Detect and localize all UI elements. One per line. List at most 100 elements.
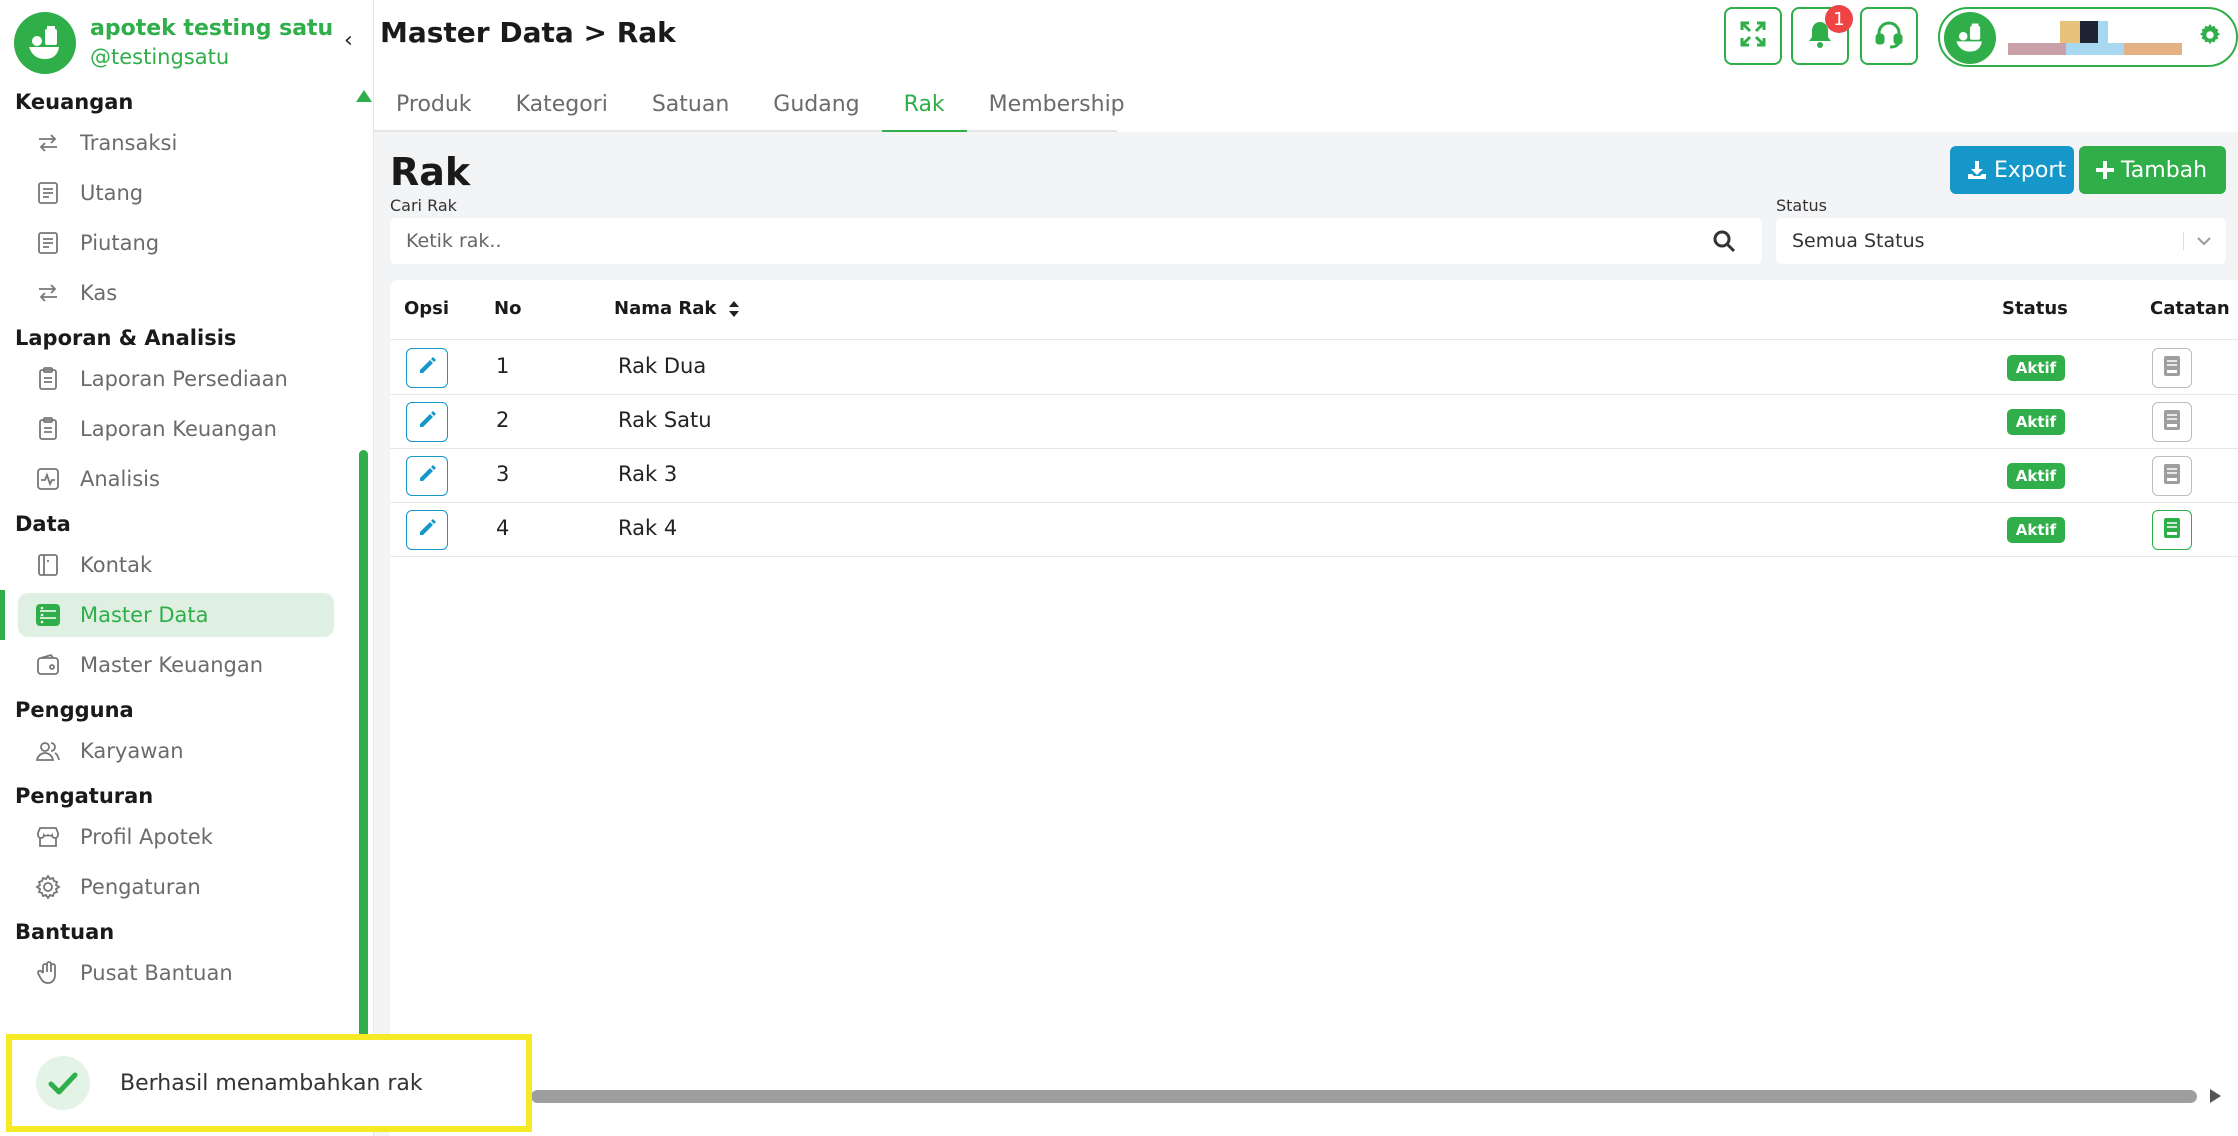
row-no: 2 <box>496 408 510 432</box>
note-icon <box>2162 517 2182 543</box>
success-toast: Berhasil menambahkan rak <box>6 1034 532 1132</box>
table-row: 1 Rak Dua Aktif <box>390 341 2238 395</box>
tab-gudang[interactable]: Gudang <box>751 76 881 132</box>
clipboard-icon <box>34 365 62 393</box>
edit-button[interactable] <box>406 456 448 496</box>
sidebar-item-kontak[interactable]: Kontak <box>0 540 345 590</box>
search-icon[interactable] <box>1712 229 1736 257</box>
add-button[interactable]: Tambah <box>2079 146 2226 194</box>
sidebar-item-utang[interactable]: Utang <box>0 168 345 218</box>
headset-icon <box>1874 19 1904 53</box>
pencil-icon <box>417 410 437 434</box>
content-title: Rak <box>390 150 471 194</box>
transfer-icon <box>34 279 62 307</box>
sidebar-item-master-data[interactable]: Master Data <box>0 590 345 640</box>
tab-membership[interactable]: Membership <box>967 76 1147 132</box>
col-no: No <box>494 298 522 319</box>
search-box <box>390 218 1762 264</box>
row-no: 3 <box>496 462 510 486</box>
sidebar-collapse-button[interactable]: ‹ <box>344 28 353 53</box>
sidebar-item-master-keuangan[interactable]: Master Keuangan <box>0 640 345 690</box>
note-button[interactable] <box>2152 510 2192 550</box>
sidebar-item-label: Master Keuangan <box>80 653 264 677</box>
support-button[interactable] <box>1860 7 1918 65</box>
wallet-icon <box>34 651 62 679</box>
download-icon <box>1966 159 1988 181</box>
scroll-up-arrow-icon[interactable] <box>356 90 372 102</box>
export-button[interactable]: Export <box>1950 146 2074 194</box>
sidebar-item-label: Kontak <box>80 553 153 577</box>
sidebar-item-pengaturan[interactable]: Pengaturan <box>0 862 345 912</box>
sidebar-item-piutang[interactable]: Piutang <box>0 218 345 268</box>
sidebar-item-laporan-keuangan[interactable]: Laporan Keuangan <box>0 404 345 454</box>
menu-section-data: Data <box>15 512 71 536</box>
sidebar-item-label: Utang <box>80 181 144 205</box>
note-button[interactable] <box>2152 456 2192 496</box>
brand-handle: @testingsatu <box>90 45 230 69</box>
tab-kategori[interactable]: Kategori <box>494 76 630 132</box>
receipt-icon <box>34 229 62 257</box>
edit-button[interactable] <box>406 348 448 388</box>
sidebar-item-label: Pengaturan <box>80 875 201 899</box>
col-nama-rak[interactable]: Nama Rak <box>614 298 740 319</box>
export-label: Export <box>1994 157 2067 183</box>
tab-satuan[interactable]: Satuan <box>630 76 751 132</box>
gear-icon[interactable] <box>2198 23 2222 51</box>
tab-rak[interactable]: Rak <box>881 76 967 134</box>
store-icon <box>34 823 62 851</box>
sidebar-item-transaksi[interactable]: Transaksi <box>0 118 345 168</box>
sidebar-item-pusat-bantuan[interactable]: Pusat Bantuan <box>0 948 345 998</box>
status-badge: Aktif <box>2007 517 2065 543</box>
sidebar-item-label: Kas <box>80 281 118 305</box>
edit-button[interactable] <box>406 402 448 442</box>
notification-button[interactable]: 1 <box>1791 5 1853 65</box>
col-catatan: Catatan <box>2150 298 2230 319</box>
pencil-icon <box>417 464 437 488</box>
tab-produk[interactable]: Produk <box>374 76 494 132</box>
top-header: Master Data > Rak 1 <box>374 0 2238 76</box>
sidebar-item-label: Pusat Bantuan <box>80 961 233 985</box>
sidebar-scrollbar[interactable] <box>356 90 372 1040</box>
avatar <box>1944 12 1996 64</box>
row-nama-rak: Rak 4 <box>618 516 678 540</box>
fullscreen-button[interactable] <box>1724 7 1782 65</box>
scroll-right-arrow-icon[interactable] <box>2210 1089 2221 1103</box>
sidebar-item-profil-apotek[interactable]: Profil Apotek <box>0 812 345 862</box>
note-icon <box>2162 463 2182 489</box>
row-nama-rak: Rak Satu <box>618 408 712 432</box>
sidebar-item-kas[interactable]: Kas <box>0 268 345 318</box>
add-label: Tambah <box>2121 157 2208 183</box>
toast-message: Berhasil menambahkan rak <box>120 1070 423 1096</box>
search-input[interactable] <box>390 218 1690 264</box>
page-title: Master Data > Rak <box>380 16 676 49</box>
pencil-icon <box>417 518 437 542</box>
sidebar-item-laporan-persediaan[interactable]: Laporan Persediaan <box>0 354 345 404</box>
sidebar-item-karyawan[interactable]: Karyawan <box>0 726 345 776</box>
status-label: Status <box>1776 196 1827 215</box>
sidebar-item-analisis[interactable]: Analisis <box>0 454 345 504</box>
check-icon <box>36 1056 90 1110</box>
edit-button[interactable] <box>406 510 448 550</box>
sidebar-scrollbar-thumb[interactable] <box>359 450 368 1040</box>
select-divider <box>2183 232 2184 250</box>
activity-icon <box>34 465 62 493</box>
master-data-tabs: Produk Kategori Satuan Gudang Rak Member… <box>374 76 1125 134</box>
note-button[interactable] <box>2152 402 2192 442</box>
menu-section-pengguna: Pengguna <box>15 698 134 722</box>
profile-menu[interactable] <box>1938 7 2238 67</box>
status-select[interactable]: Semua Status <box>1776 218 2226 264</box>
row-no: 4 <box>496 516 510 540</box>
sidebar-item-label: Master Data <box>80 603 209 627</box>
horizontal-scrollbar-thumb[interactable] <box>531 1090 2197 1103</box>
users-icon <box>34 737 62 765</box>
sort-icon[interactable] <box>728 300 740 318</box>
brand-name: apotek testing satu <box>90 16 334 41</box>
search-label: Cari Rak <box>390 196 457 215</box>
status-badge: Aktif <box>2007 409 2065 435</box>
table-row: 2 Rak Satu Aktif <box>390 395 2238 449</box>
row-no: 1 <box>496 354 510 378</box>
transfer-icon <box>34 129 62 157</box>
menu-section-keuangan: Keuangan <box>15 90 134 114</box>
note-button[interactable] <box>2152 348 2192 388</box>
plus-icon <box>2095 160 2115 180</box>
